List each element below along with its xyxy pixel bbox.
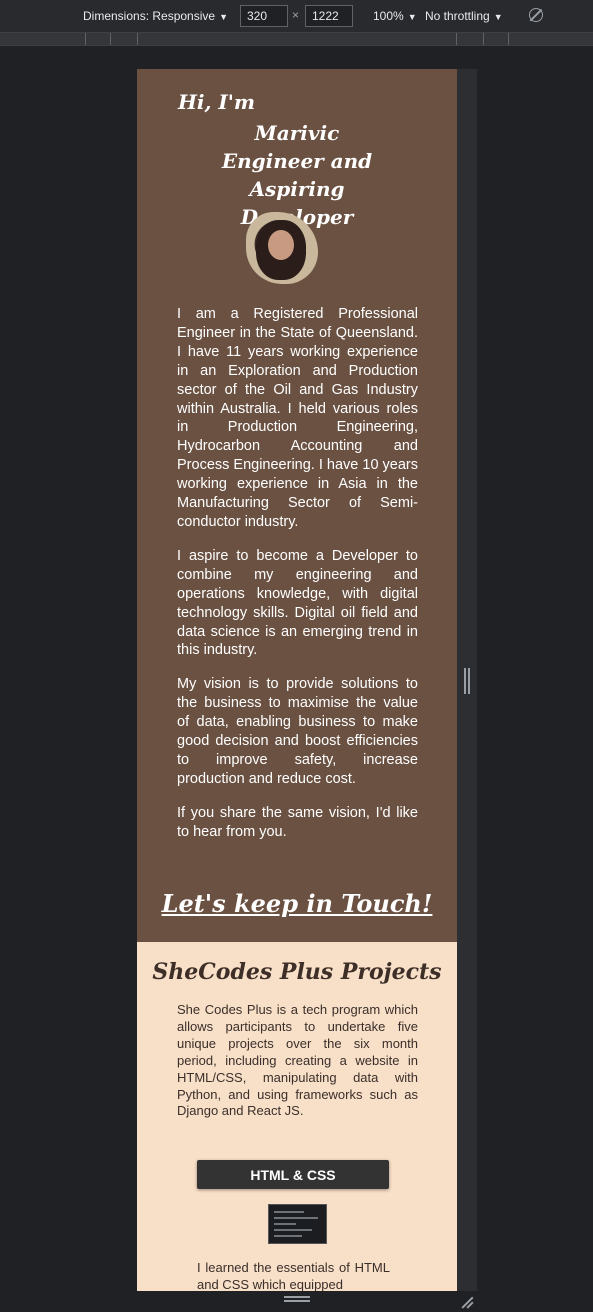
html-css-description: I learned the essentials of HTML and CSS… — [197, 1260, 390, 1291]
project-thumbnail[interactable] — [268, 1204, 327, 1244]
greeting: Hi, I'm — [178, 90, 256, 114]
times-symbol: × — [292, 8, 300, 22]
hero-title: Marivic Engineer and Aspiring Developer — [177, 119, 417, 231]
projects-description: She Codes Plus is a tech program which a… — [177, 1002, 418, 1119]
html-css-button[interactable]: HTML & CSS — [197, 1160, 389, 1189]
throttling-dropdown[interactable]: No throttling ▼ — [425, 8, 503, 25]
bio-paragraph: I aspire to become a Developer to combin… — [177, 547, 418, 659]
media-query-ruler — [0, 32, 593, 46]
bio: I am a Registered Professional Engineer … — [177, 305, 418, 857]
chevron-down-icon: ▼ — [493, 12, 503, 22]
chevron-down-icon: ▼ — [219, 12, 228, 22]
projects-section: SheCodes Plus Projects She Codes Plus is… — [137, 942, 457, 1291]
disable-rotation-icon[interactable] — [529, 8, 543, 22]
bio-paragraph: My vision is to provide solutions to the… — [177, 676, 418, 787]
chevron-down-icon: ▼ — [407, 12, 417, 22]
projects-title: SheCodes Plus Projects — [152, 959, 442, 985]
resize-handle-bottom[interactable] — [284, 1296, 310, 1302]
throttling-label: No throttling — [425, 9, 490, 23]
resize-corner-icon[interactable] — [460, 1294, 474, 1309]
width-input[interactable] — [240, 5, 288, 27]
device-toolbar: Dimensions: Responsive▼ × 100%▼ No throt… — [0, 0, 593, 32]
resize-handle-right[interactable] — [464, 668, 470, 694]
zoom-label: 100% — [373, 9, 404, 23]
bio-paragraph: I am a Registered Professional Engineer … — [177, 306, 418, 530]
height-input[interactable] — [305, 5, 353, 27]
role-text-line1: Engineer and Aspiring — [221, 149, 373, 201]
name-text: Marivic — [254, 121, 340, 145]
device-viewport: Hi, I'm Marivic Engineer and Aspiring De… — [137, 69, 457, 1291]
dimensions-dropdown[interactable]: Dimensions: Responsive ▼ — [83, 8, 228, 25]
bio-paragraph: If you share the same vision, I'd like t… — [177, 804, 418, 840]
intro-section: Hi, I'm Marivic Engineer and Aspiring De… — [137, 69, 457, 942]
zoom-dropdown[interactable]: 100% ▼ — [373, 8, 417, 25]
dimensions-label: Dimensions: Responsive — [83, 9, 216, 23]
contact-link[interactable]: Let's keep in Touch! — [137, 889, 457, 918]
